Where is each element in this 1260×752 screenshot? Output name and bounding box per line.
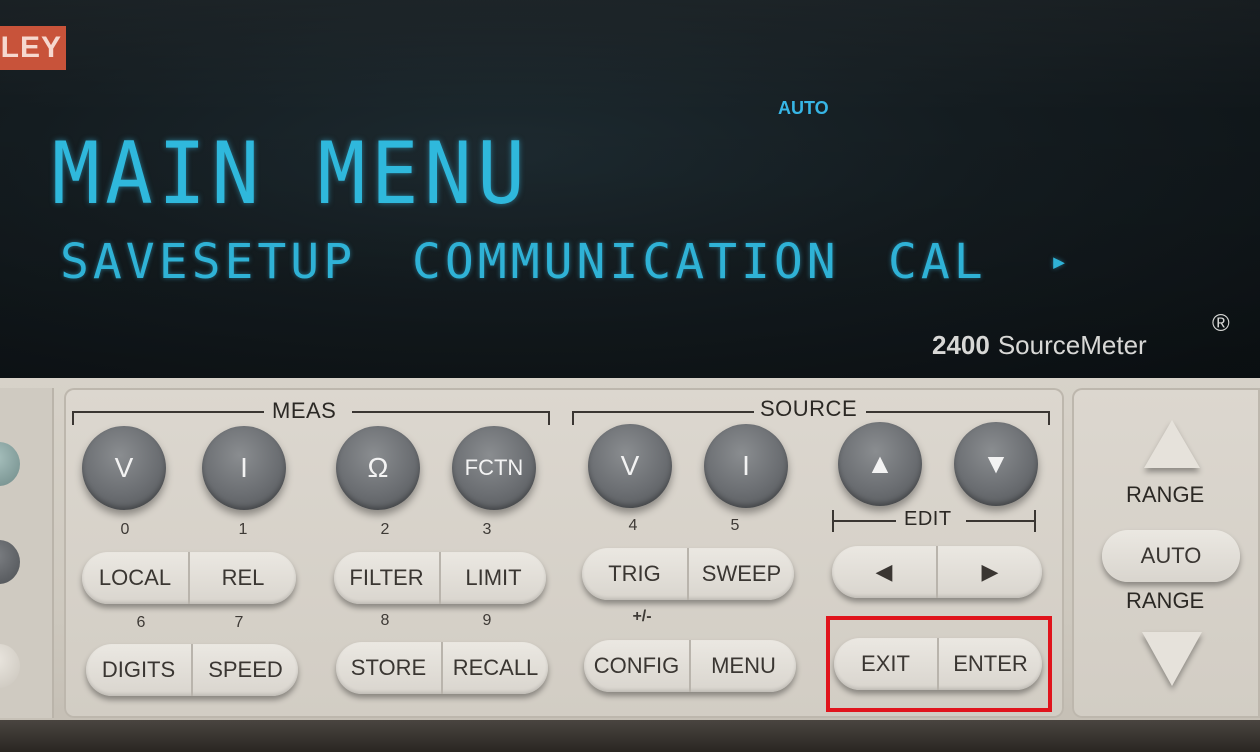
source-i-key[interactable]: I bbox=[704, 424, 788, 508]
store-recall-key-pair: STORE RECALL bbox=[336, 642, 548, 694]
edit-bracket-tick-left bbox=[832, 510, 834, 532]
source-up-key[interactable]: ▲ bbox=[838, 422, 922, 506]
more-options-arrow-icon: ▸ bbox=[1050, 244, 1073, 279]
key-number-7: 7 bbox=[234, 614, 244, 631]
trig-sweep-key-pair: TRIG SWEEP bbox=[582, 548, 794, 600]
meas-fctn-key[interactable]: FCTN bbox=[452, 426, 536, 510]
local-key[interactable]: LOCAL bbox=[82, 552, 188, 604]
edit-bracket-tick-right bbox=[1034, 510, 1036, 532]
meas-bracket-tick-left bbox=[72, 411, 74, 425]
key-number-1: 1 bbox=[238, 521, 248, 538]
store-key[interactable]: STORE bbox=[336, 642, 441, 694]
range-up-key[interactable] bbox=[1144, 420, 1200, 468]
speed-key[interactable]: SPEED bbox=[191, 644, 298, 696]
source-bracket-tick-right bbox=[1048, 411, 1050, 425]
meas-bracket-tick-right bbox=[548, 411, 550, 425]
config-menu-key-pair: CONFIG MENU bbox=[584, 640, 796, 692]
filter-key[interactable]: FILTER bbox=[334, 552, 439, 604]
range-top-label: RANGE bbox=[1126, 482, 1205, 507]
edit-right-arrow-key[interactable]: ▶ bbox=[936, 546, 1042, 598]
panel-bottom-edge bbox=[0, 720, 1260, 752]
sweep-key[interactable]: SWEEP bbox=[687, 548, 794, 600]
key-number-6: 6 bbox=[136, 614, 146, 631]
meas-v-key[interactable]: V bbox=[82, 426, 166, 510]
filter-limit-key-pair: FILTER LIMIT bbox=[334, 552, 546, 604]
meas-group-title: MEAS bbox=[272, 398, 337, 423]
plus-minus-label: +/- bbox=[632, 608, 652, 625]
registered-mark: ® bbox=[1212, 310, 1230, 337]
config-key[interactable]: CONFIG bbox=[584, 640, 689, 692]
source-bracket-left bbox=[572, 411, 754, 413]
range-down-key[interactable] bbox=[1142, 632, 1202, 686]
source-group-title: SOURCE bbox=[760, 396, 858, 421]
meas-ohm-key[interactable]: Ω bbox=[336, 426, 420, 510]
key-number-2: 2 bbox=[380, 521, 390, 538]
key-number-9: 9 bbox=[482, 612, 492, 629]
local-rel-key-pair: LOCAL REL bbox=[82, 552, 296, 604]
source-v-key[interactable]: V bbox=[588, 424, 672, 508]
brand-logo: LEY bbox=[0, 26, 66, 70]
edit-bracket-right bbox=[966, 520, 1036, 522]
menu-option-communication: COMMUNICATION bbox=[412, 234, 840, 290]
meas-i-key[interactable]: I bbox=[202, 426, 286, 510]
source-bracket-tick-left bbox=[572, 411, 574, 425]
key-number-0: 0 bbox=[120, 521, 130, 538]
edit-left-arrow-key[interactable]: ◀ bbox=[832, 546, 936, 598]
auto-annunciator: AUTO bbox=[778, 98, 829, 118]
edit-group-title: EDIT bbox=[904, 508, 952, 530]
menu-option-cal: CAL bbox=[888, 234, 987, 290]
recall-key[interactable]: RECALL bbox=[441, 642, 548, 694]
range-bottom-label: RANGE bbox=[1126, 588, 1205, 613]
auto-range-key[interactable]: AUTO bbox=[1102, 530, 1240, 582]
source-bracket-right bbox=[866, 411, 1050, 413]
limit-key[interactable]: LIMIT bbox=[439, 552, 546, 604]
menu-option-savesetup: SAVESETUP bbox=[60, 234, 357, 290]
meas-bracket-left bbox=[72, 411, 264, 413]
trig-key[interactable]: TRIG bbox=[582, 548, 687, 600]
exit-enter-highlight-box bbox=[826, 616, 1052, 712]
source-down-key[interactable]: ▼ bbox=[954, 422, 1038, 506]
rel-key[interactable]: REL bbox=[188, 552, 296, 604]
edit-bracket-left bbox=[832, 520, 896, 522]
key-number-3: 3 bbox=[482, 521, 492, 538]
meas-bracket-right bbox=[352, 411, 550, 413]
digits-speed-key-pair: DIGITS SPEED bbox=[86, 644, 298, 696]
model-name: SourceMeter bbox=[997, 330, 1147, 360]
model-number: 2400 bbox=[932, 330, 990, 360]
key-number-8: 8 bbox=[380, 612, 390, 629]
menu-key[interactable]: MENU bbox=[689, 640, 796, 692]
key-number-5: 5 bbox=[730, 517, 740, 534]
key-number-4: 4 bbox=[628, 517, 638, 534]
model-label: 2400 SourceMeter bbox=[932, 330, 1147, 361]
display-title: MAIN MENU bbox=[52, 124, 531, 224]
edit-arrow-key-pair: ◀ ▶ bbox=[832, 546, 1042, 598]
digits-key[interactable]: DIGITS bbox=[86, 644, 191, 696]
